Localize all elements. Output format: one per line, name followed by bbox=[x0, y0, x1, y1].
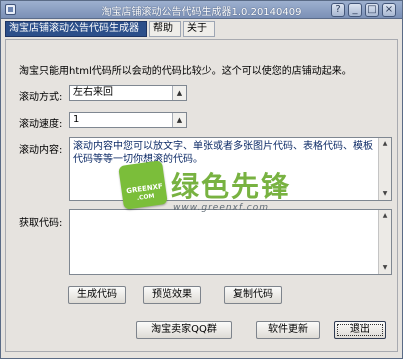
app-window: 淘宝店铺滚动公告代码生成器1.0.20140409 ? _ □ × 淘宝店铺滚动… bbox=[0, 0, 403, 359]
minimize-button[interactable]: _ bbox=[348, 3, 362, 17]
content-label: 滚动内容: bbox=[19, 145, 63, 156]
title-bar[interactable]: 淘宝店铺滚动公告代码生成器1.0.20140409 ? _ □ × bbox=[1, 1, 402, 19]
qq-group-button[interactable]: 淘宝卖家QQ群 bbox=[136, 321, 232, 339]
content-textarea[interactable]: 滚动内容中您可以放文字、单张或者多张图片代码、表格代码、模板代码等等一切你想滚的… bbox=[69, 137, 392, 201]
preview-button[interactable]: 预览效果 bbox=[143, 286, 201, 304]
output-label: 获取代码: bbox=[19, 218, 63, 229]
help-title-button[interactable]: ? bbox=[331, 3, 345, 17]
menu-item-about[interactable]: 关于 bbox=[183, 21, 215, 37]
scroll-up-icon[interactable]: ▲ bbox=[379, 210, 391, 222]
scroll-speed-label: 滚动速度: bbox=[19, 119, 63, 130]
menu-item-help[interactable]: 帮助 bbox=[149, 21, 181, 37]
scroll-direction-value: 左右来回 bbox=[73, 87, 113, 98]
scroll-speed-select[interactable]: 1 ▲ bbox=[69, 112, 187, 128]
intro-text: 淘宝只能用html代码所以会动的代码比较少。这个可以使您的店铺动起来。 bbox=[19, 66, 352, 77]
dropdown-arrow-icon[interactable]: ▲ bbox=[172, 86, 186, 100]
exit-button[interactable]: 退出 bbox=[334, 321, 386, 339]
copy-code-button[interactable]: 复制代码 bbox=[224, 286, 282, 304]
scroll-speed-value: 1 bbox=[73, 114, 80, 125]
scroll-down-icon[interactable]: ▼ bbox=[379, 188, 391, 200]
output-scrollbar[interactable]: ▲ ▼ bbox=[378, 210, 391, 274]
output-textarea[interactable]: ▲ ▼ bbox=[69, 209, 392, 275]
menu-item-generator[interactable]: 淘宝店铺滚动公告代码生成器 bbox=[5, 21, 147, 37]
content-scrollbar[interactable]: ▲ ▼ bbox=[378, 138, 391, 200]
maximize-button[interactable]: □ bbox=[365, 3, 379, 17]
scroll-up-icon[interactable]: ▲ bbox=[379, 138, 391, 150]
generate-code-button[interactable]: 生成代码 bbox=[68, 286, 126, 304]
close-button[interactable]: × bbox=[382, 3, 396, 17]
software-update-button[interactable]: 软件更新 bbox=[256, 321, 320, 339]
content-text: 滚动内容中您可以放文字、单张或者多张图片代码、表格代码、模板代码等等一切你想滚的… bbox=[73, 141, 373, 165]
main-panel: 淘宝只能用html代码所以会动的代码比较少。这个可以使您的店铺动起来。 滚动方式… bbox=[5, 39, 398, 352]
scroll-down-icon[interactable]: ▼ bbox=[379, 262, 391, 274]
scroll-direction-label: 滚动方式: bbox=[19, 92, 63, 103]
scroll-direction-select[interactable]: 左右来回 ▲ bbox=[69, 85, 187, 101]
dropdown-arrow-icon[interactable]: ▲ bbox=[172, 113, 186, 127]
